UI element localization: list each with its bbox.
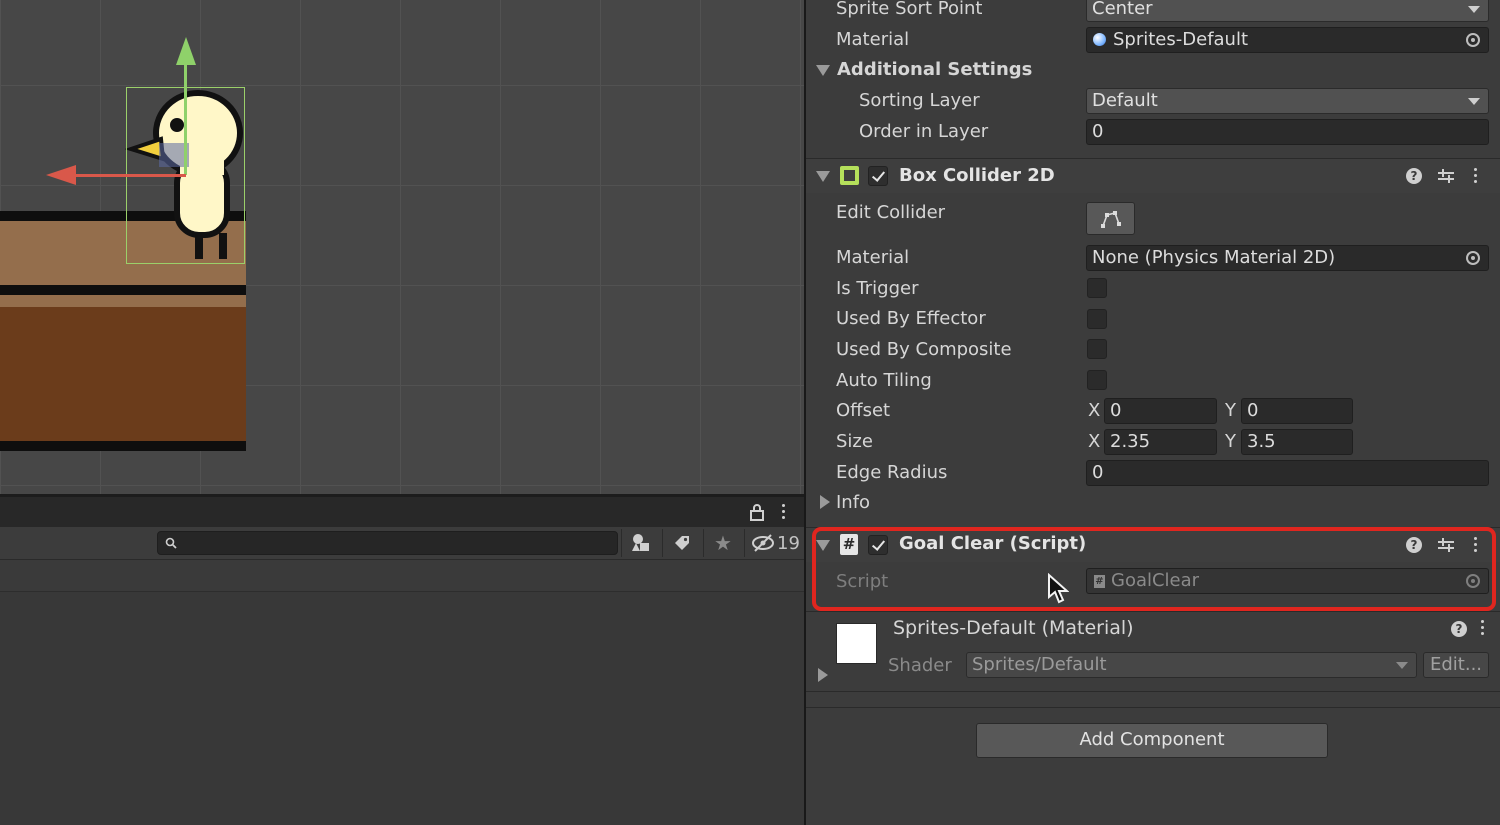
add-component-label: Add Component	[1079, 729, 1225, 750]
sprite-sort-point-label: Sprite Sort Point	[836, 0, 983, 19]
search-icon	[165, 537, 177, 549]
ground-mid	[0, 295, 246, 307]
hidden-packages-button[interactable]: 19	[744, 529, 802, 557]
edit-shader-label: Edit...	[1429, 654, 1483, 675]
collider-material-field[interactable]: None (Physics Material 2D)	[1086, 245, 1489, 271]
info-label[interactable]: Info	[836, 492, 870, 513]
preset-icon[interactable]	[1437, 167, 1455, 185]
highlight-box	[812, 527, 1496, 611]
size-label: Size	[836, 431, 873, 452]
order-in-layer-field[interactable]: 0	[1086, 119, 1489, 145]
component-menu-icon[interactable]	[1474, 168, 1478, 186]
sorting-layer-value: Default	[1092, 90, 1158, 111]
edit-collider-button[interactable]	[1086, 202, 1135, 235]
order-in-layer-label: Order in Layer	[859, 121, 989, 142]
edge-radius-label: Edge Radius	[836, 462, 948, 483]
bottom-divider-2	[806, 707, 1500, 708]
filter-by-type-button[interactable]	[621, 529, 660, 557]
star-icon: ★	[714, 531, 732, 555]
box-collider-foldout-icon[interactable]	[816, 171, 830, 182]
chevron-down-icon	[1468, 98, 1480, 105]
edge-radius-field[interactable]: 0	[1086, 460, 1489, 486]
box-collider-icon	[840, 166, 859, 185]
size-y-label[interactable]: Y	[1225, 431, 1236, 452]
size-x-label[interactable]: X	[1088, 431, 1100, 452]
offset-x-field[interactable]: 0	[1104, 398, 1217, 424]
edit-shader-button[interactable]: Edit...	[1423, 652, 1489, 678]
material-label: Material	[836, 29, 910, 50]
material-menu-icon[interactable]	[1481, 620, 1485, 638]
gizmo-x-arrow-icon[interactable]	[46, 165, 76, 185]
ground-stripe	[0, 285, 246, 295]
sprite-sort-point-dropdown[interactable]: Center	[1086, 0, 1489, 22]
offset-label: Offset	[836, 400, 891, 421]
auto-tiling-checkbox[interactable]	[1087, 370, 1107, 390]
material-field[interactable]: Sprites-Default	[1086, 27, 1489, 53]
used-by-composite-checkbox[interactable]	[1087, 339, 1107, 359]
project-breadcrumb-row	[0, 560, 804, 592]
shader-value: Sprites/Default	[972, 654, 1107, 675]
used-by-composite-label: Used By Composite	[836, 339, 1012, 360]
shapes-icon	[632, 534, 649, 551]
gizmo-x-axis[interactable]	[70, 174, 186, 177]
gizmo-y-arrow-icon[interactable]	[176, 37, 196, 65]
ground-lower	[0, 307, 246, 441]
shader-dropdown[interactable]: Sprites/Default	[966, 652, 1417, 678]
material-foldout-icon[interactable]	[818, 668, 828, 682]
ground-bottom-edge	[0, 441, 246, 451]
sprite-sort-point-value: Center	[1092, 0, 1153, 19]
search-input[interactable]	[157, 531, 618, 555]
shader-label: Shader	[888, 655, 952, 676]
material-value: Sprites-Default	[1113, 29, 1249, 50]
edit-collider-label: Edit Collider	[836, 202, 946, 223]
additional-settings-foldout-icon[interactable]	[816, 65, 830, 76]
offset-x-label[interactable]: X	[1088, 400, 1100, 421]
eye-slash-icon	[752, 534, 774, 552]
hidden-count: 19	[777, 532, 800, 554]
offset-y-label[interactable]: Y	[1225, 400, 1236, 421]
project-content-area[interactable]	[0, 592, 804, 825]
bottom-divider	[806, 691, 1500, 692]
is-trigger-checkbox[interactable]	[1087, 278, 1107, 298]
panel-menu-icon[interactable]	[782, 504, 786, 522]
auto-tiling-label: Auto Tiling	[836, 370, 932, 391]
size-x-field[interactable]: 2.35	[1104, 429, 1217, 455]
favorites-button[interactable]: ★	[703, 529, 742, 557]
used-by-effector-checkbox[interactable]	[1087, 309, 1107, 329]
chevron-down-icon	[1396, 662, 1408, 669]
is-trigger-label: Is Trigger	[836, 278, 919, 299]
filter-by-label-button[interactable]	[662, 529, 701, 557]
info-foldout-icon[interactable]	[820, 495, 830, 509]
box-collider-title: Box Collider 2D	[899, 165, 1055, 186]
gizmo-y-axis[interactable]	[184, 60, 187, 175]
size-y-field[interactable]: 3.5	[1241, 429, 1353, 455]
sorting-layer-dropdown[interactable]: Default	[1086, 88, 1489, 114]
material-swatch	[836, 623, 877, 664]
help-icon[interactable]: ?	[1406, 168, 1422, 184]
physics-material-picker-icon[interactable]	[1466, 251, 1480, 265]
additional-settings-label[interactable]: Additional Settings	[837, 59, 1032, 80]
material-divider	[806, 611, 1500, 612]
material-preview-title: Sprites-Default (Material)	[893, 617, 1134, 639]
edit-collider-icon	[1100, 211, 1121, 228]
offset-y-field[interactable]: 0	[1241, 398, 1353, 424]
chevron-down-icon	[1468, 6, 1480, 13]
material-picker-icon[interactable]	[1466, 33, 1480, 47]
used-by-effector-label: Used By Effector	[836, 308, 986, 329]
sorting-layer-label: Sorting Layer	[859, 90, 980, 111]
tag-icon	[675, 536, 689, 550]
box-collider-enabled-checkbox[interactable]	[868, 166, 888, 186]
help-icon[interactable]: ?	[1451, 621, 1467, 637]
project-panel-tabbar	[0, 497, 804, 527]
collider-material-label: Material	[836, 247, 910, 268]
material-sphere-icon	[1093, 33, 1106, 46]
add-component-button[interactable]: Add Component	[976, 723, 1328, 758]
scene-view[interactable]	[0, 0, 804, 495]
lock-icon[interactable]	[749, 503, 765, 521]
